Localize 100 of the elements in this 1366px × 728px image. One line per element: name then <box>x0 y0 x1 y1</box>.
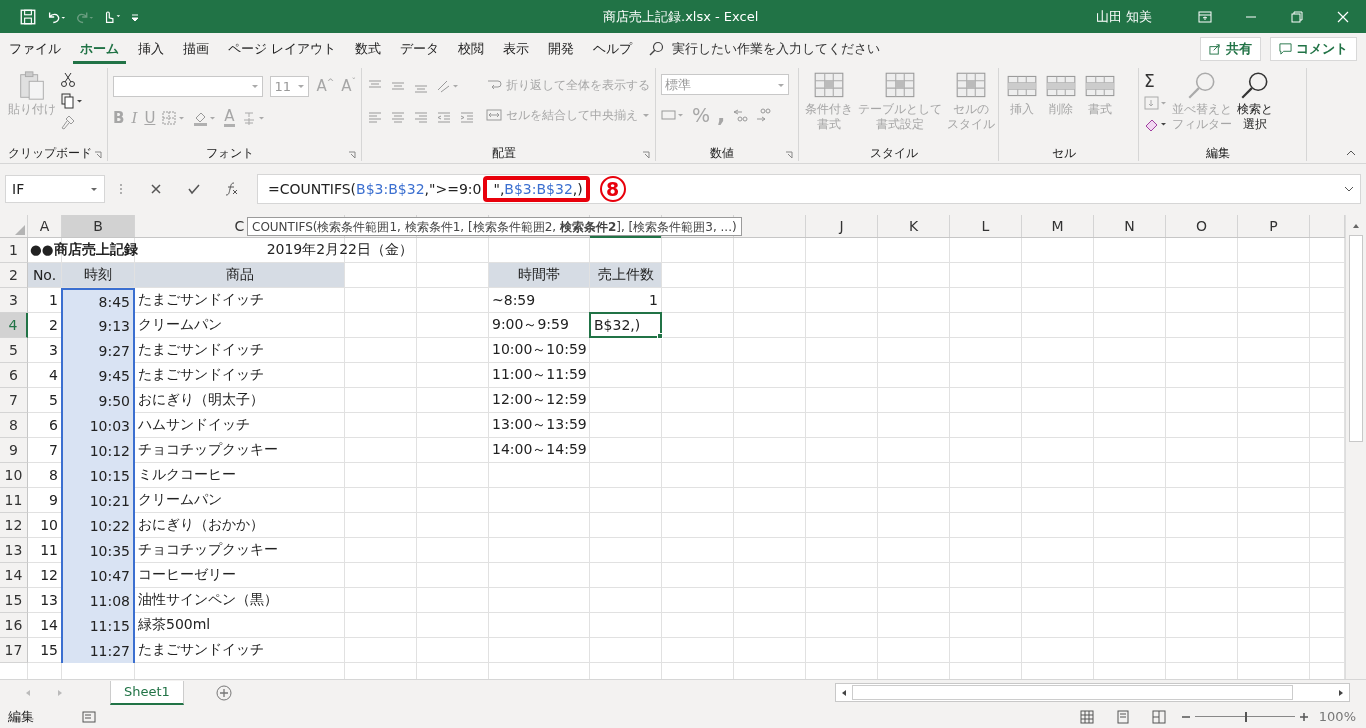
expand-icon[interactable] <box>1344 185 1354 193</box>
align-center-icon[interactable] <box>390 110 406 126</box>
scissors-icon[interactable] <box>60 72 76 88</box>
vertical-scrollbar[interactable] <box>1345 215 1366 679</box>
column-header[interactable]: L <box>950 215 1021 237</box>
row-header[interactable]: 12 <box>0 513 28 538</box>
menu-tab[interactable]: ファイル <box>2 33 68 64</box>
row-header[interactable]: 14 <box>0 563 28 588</box>
column-header[interactable]: N <box>1094 215 1165 237</box>
edit-button[interactable]: 検索と 選択 <box>1236 68 1274 145</box>
row-header[interactable]: 5 <box>0 338 28 363</box>
restore-icon[interactable] <box>1289 8 1305 25</box>
caret-icon <box>297 82 306 90</box>
dialog-launcher-icon[interactable] <box>348 151 356 159</box>
comment-button[interactable]: コメント <box>1270 36 1357 61</box>
menu-tab[interactable]: ホーム <box>73 33 126 64</box>
column-header[interactable]: K <box>878 215 949 237</box>
save-icon[interactable] <box>18 7 38 26</box>
increase-decimal-icon[interactable] <box>732 107 749 123</box>
menu-tab[interactable]: ヘルプ <box>586 33 640 64</box>
row-header[interactable]: 7 <box>0 388 28 413</box>
row-header[interactable]: 2 <box>0 263 28 288</box>
formula-field[interactable]: =COUNTIFS(B$3:B$32,">=9:0 ",B$3:B$32,) 8 <box>257 174 1361 204</box>
autosum-button[interactable]: Σ <box>1144 72 1168 90</box>
menu-tab[interactable]: 挿入 <box>131 33 171 64</box>
row-header[interactable]: 8 <box>0 413 28 438</box>
menu-tab[interactable]: 描画 <box>176 33 216 64</box>
column-header[interactable]: P <box>1238 215 1309 237</box>
dialog-launcher-icon[interactable] <box>642 151 650 159</box>
tell-me-field[interactable]: 実行したい作業を入力してください <box>670 40 1200 57</box>
normal-view-icon[interactable] <box>1079 709 1094 724</box>
row-header[interactable]: 15 <box>0 588 28 613</box>
menu-tab[interactable]: ページ レイアウト <box>221 33 344 64</box>
decrease-decimal-icon[interactable] <box>755 107 772 123</box>
row-header[interactable]: 13 <box>0 538 28 563</box>
dialog-launcher-icon[interactable] <box>94 151 102 159</box>
column-header[interactable]: O <box>1166 215 1237 237</box>
zoom-in-icon[interactable] <box>1298 711 1309 722</box>
macro-record-icon[interactable] <box>82 709 96 724</box>
row-header[interactable]: 3 <box>0 288 28 313</box>
format-painter-icon[interactable] <box>60 114 76 130</box>
page-layout-icon[interactable] <box>1115 709 1130 724</box>
row-header[interactable]: 4 <box>0 313 28 338</box>
table-cell-text: 11 <box>39 541 59 560</box>
column-header[interactable]: B <box>62 215 134 237</box>
row-header[interactable]: 6 <box>0 363 28 388</box>
copy-icon[interactable] <box>60 93 84 109</box>
new-sheet-icon[interactable] <box>215 684 232 701</box>
row-header[interactable]: 17 <box>0 638 28 663</box>
row-header[interactable]: 9 <box>0 438 28 463</box>
insert-function-icon[interactable] <box>224 181 240 197</box>
fill-down-icon[interactable] <box>1144 95 1168 111</box>
increase-indent-icon[interactable] <box>459 110 475 126</box>
row-header[interactable]: 16 <box>0 613 28 638</box>
menu-tab[interactable]: 数式 <box>348 33 389 64</box>
phonetic-guide-icon[interactable] <box>241 110 266 126</box>
fill-handle[interactable] <box>657 333 663 339</box>
sheet-tab[interactable]: Sheet1 <box>110 680 184 705</box>
table-cell: 10:47 <box>61 563 135 588</box>
font-name-dropdown[interactable] <box>113 75 264 97</box>
orientation-icon[interactable] <box>436 78 460 94</box>
table-cell-text: 15 <box>39 641 59 660</box>
menu-tab[interactable]: 校閲 <box>451 33 492 64</box>
column-header[interactable]: A <box>28 215 61 237</box>
zoom-level[interactable]: 100% <box>1318 709 1356 724</box>
dialog-launcher-icon[interactable] <box>785 151 793 159</box>
menu-tab[interactable]: 開発 <box>541 33 582 64</box>
align-right-icon[interactable] <box>413 110 429 126</box>
horizontal-scrollbar[interactable] <box>835 683 1350 702</box>
name-box[interactable]: IF <box>5 175 105 203</box>
select-all-icon[interactable] <box>15 225 25 235</box>
page-break-icon[interactable] <box>1151 709 1166 724</box>
table-cell-text: 緑茶500ml <box>137 615 212 634</box>
table-cell-text: 10:00～10:59 <box>491 340 588 359</box>
menu-tab[interactable]: データ <box>393 33 447 64</box>
table-cell-text: チョコチップクッキー <box>137 440 279 459</box>
share-icon <box>1209 42 1222 55</box>
scrollbar-thumb[interactable] <box>1349 235 1363 442</box>
next-sheet-icon[interactable] <box>56 688 64 697</box>
ribbon-display-icon[interactable] <box>1197 8 1213 25</box>
column-header[interactable]: M <box>1022 215 1093 237</box>
row-header[interactable]: 10 <box>0 463 28 488</box>
row-header[interactable]: 1 <box>0 238 28 263</box>
column-header[interactable]: J <box>806 215 877 237</box>
previous-sheet-icon[interactable] <box>24 688 32 697</box>
menu-tab[interactable]: 表示 <box>496 33 537 64</box>
align-left-icon[interactable] <box>367 110 383 126</box>
user-name[interactable]: 山田 知美 <box>1095 7 1152 26</box>
borders-icon[interactable] <box>162 110 187 126</box>
accounting-format-icon[interactable] <box>661 107 685 123</box>
table-cell: 10:12 <box>61 438 135 463</box>
share-button[interactable]: 共有 <box>1200 36 1261 61</box>
table-cell-text: クリームパン <box>137 490 223 509</box>
decrease-indent-icon[interactable] <box>436 110 452 126</box>
row-header[interactable]: 11 <box>0 488 28 513</box>
caret-icon <box>642 111 650 119</box>
fill-color-icon[interactable] <box>193 110 218 126</box>
table-cell-text: 12:00～12:59 <box>491 390 588 409</box>
collapse-ribbon-icon[interactable] <box>1346 149 1356 157</box>
scrollbar-thumb[interactable] <box>852 685 1293 700</box>
